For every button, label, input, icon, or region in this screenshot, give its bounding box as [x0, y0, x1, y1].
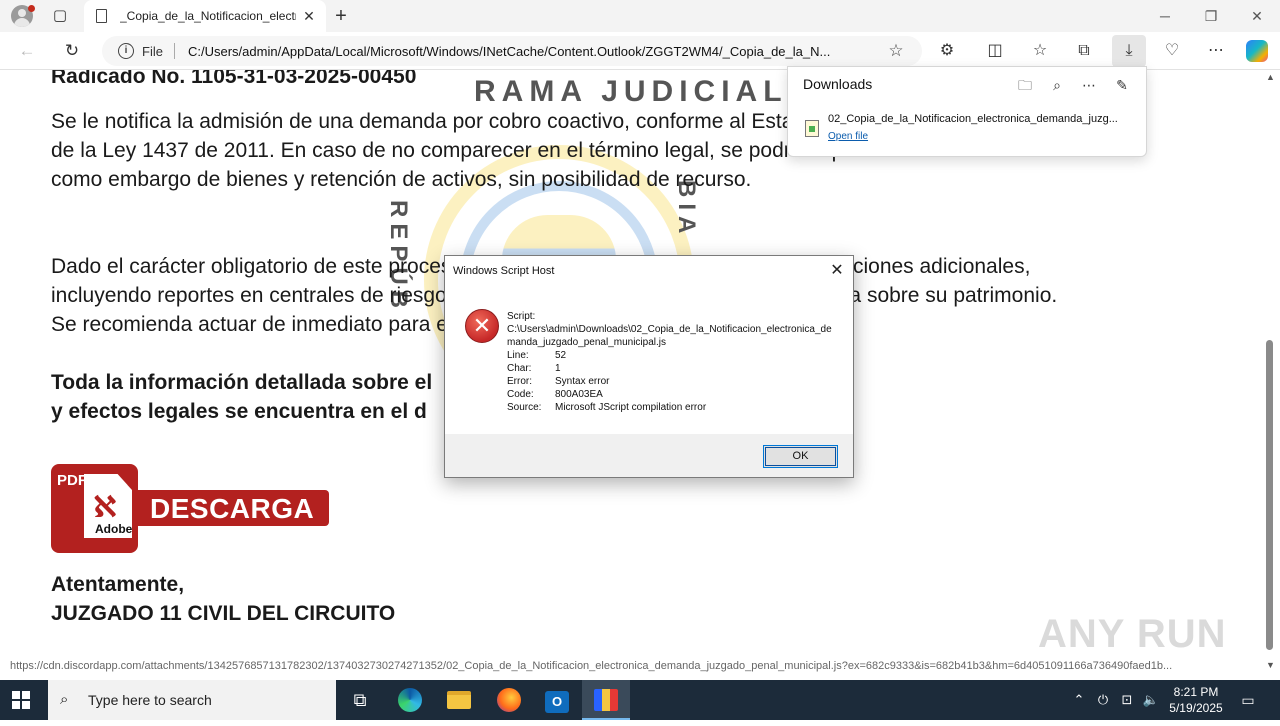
- scroll-down-icon[interactable]: ▼: [1266, 660, 1275, 670]
- browser-essentials-icon[interactable]: ♡: [1160, 39, 1184, 63]
- error-row: Error: Syntax error: [507, 376, 610, 387]
- notifications-icon[interactable]: ▭: [1238, 690, 1258, 710]
- copilot-icon[interactable]: [1246, 40, 1268, 62]
- acrobat-icon: ℵ: [93, 491, 117, 524]
- error-details: Script: C:\Users\admin\Downloads\02_Copi…: [507, 310, 837, 414]
- close-tab-icon[interactable]: ✕: [300, 7, 318, 25]
- page-scrollbar[interactable]: ▲ ▼: [1261, 70, 1280, 676]
- dialog-body: ✕ Script: C:\Users\admin\Downloads\02_Co…: [445, 286, 853, 434]
- address-separator: [174, 43, 175, 59]
- script-label: Script:: [507, 311, 536, 322]
- script-host-taskbar-icon[interactable]: [582, 680, 630, 720]
- dialog-title: Windows Script Host: [453, 265, 555, 277]
- taskbar-search[interactable]: ⌕ Type here to search: [48, 680, 336, 720]
- volume-icon[interactable]: 🔈: [1142, 691, 1160, 709]
- search-icon: ⌕: [60, 691, 69, 708]
- download-filename[interactable]: 02_Copia_de_la_Notificacion_electronica_…: [828, 113, 1134, 125]
- open-file-link[interactable]: Open file: [828, 131, 868, 142]
- clock-date: 5/19/2025: [1169, 701, 1223, 715]
- error-icon: ✕: [465, 309, 499, 343]
- refresh-icon[interactable]: ↻: [61, 40, 83, 62]
- line-row: Line: 52: [507, 350, 567, 361]
- pdf-download-icon[interactable]: PDF ℵ Adobe: [51, 464, 138, 553]
- adobe-label: Adobe: [95, 522, 133, 536]
- source-row: Source: Microsoft JScript compilation err…: [507, 402, 707, 413]
- dialog-close-icon[interactable]: ✕: [827, 261, 847, 281]
- tray-chevron-icon[interactable]: ⌃: [1070, 691, 1088, 709]
- signature-court: JUZGADO 11 CIVIL DEL CIRCUITO: [51, 602, 396, 625]
- ok-button[interactable]: OK: [763, 445, 838, 468]
- downloads-title: Downloads: [803, 76, 873, 92]
- taskbar: ⌕ Type here to search ⧉ O ⌃ ⏻ ⊡ 🔈 8:21 P…: [0, 680, 1280, 720]
- script-error-dialog: Windows Script Host ✕ ✕ Script: C:\Users…: [444, 255, 854, 478]
- clock-time: 8:21 PM: [1173, 685, 1219, 699]
- code-row: Code: 800A03EA: [507, 389, 603, 400]
- search-downloads-icon[interactable]: ⌕: [1046, 74, 1068, 96]
- address-bar[interactable]: i File C:/Users/admin/AppData/Local/Micr…: [102, 36, 922, 66]
- browser-tab[interactable]: _Copia_de_la_Notificacion_electr ✕: [84, 0, 326, 32]
- favorite-star-icon[interactable]: ☆: [885, 40, 907, 62]
- download-button[interactable]: DESCARGA: [138, 490, 329, 526]
- back-icon[interactable]: ←: [16, 40, 38, 62]
- bold-line-1: Toda la información detallada sobre el: [51, 371, 433, 394]
- tab-actions-icon[interactable]: ▢: [50, 6, 70, 26]
- address-scheme: File: [142, 44, 163, 59]
- info-icon[interactable]: i: [118, 43, 134, 59]
- extensions-icon[interactable]: ⚙: [935, 39, 959, 63]
- firefox-icon[interactable]: [485, 680, 533, 720]
- downloads-icon[interactable]: ⤓: [1112, 35, 1146, 67]
- dialog-titlebar: Windows Script Host ✕: [445, 256, 853, 286]
- document-icon: [96, 9, 107, 23]
- status-link-url: https://cdn.discordapp.com/attachments/1…: [4, 656, 1261, 676]
- minimize-icon[interactable]: ─: [1155, 6, 1175, 26]
- script-file-icon: [805, 120, 819, 137]
- downloads-more-icon[interactable]: ⋯: [1078, 74, 1100, 96]
- pin-icon[interactable]: ✎: [1111, 74, 1133, 96]
- windows-start-icon[interactable]: [12, 691, 30, 709]
- char-row: Char: 1: [507, 363, 561, 374]
- new-tab-icon[interactable]: +: [330, 5, 352, 27]
- network-icon[interactable]: ⊡: [1118, 691, 1136, 709]
- pdf-label: PDF: [57, 472, 87, 489]
- edge-taskbar-icon[interactable]: [386, 680, 434, 720]
- tab-bar: ▢ _Copia_de_la_Notificacion_electr ✕ + ─…: [0, 0, 1280, 32]
- closing-greeting: Atentamente,: [51, 573, 185, 596]
- outlook-icon[interactable]: O: [533, 680, 581, 720]
- bold-line-2: y efectos legales se encuentra en el d: [51, 400, 427, 423]
- task-view-icon[interactable]: ⧉: [336, 680, 384, 720]
- tray-device-icon[interactable]: ⏻: [1094, 691, 1112, 709]
- scroll-thumb[interactable]: [1266, 340, 1273, 650]
- script-path: C:\Users\admin\Downloads\02_Copia_de_la_…: [507, 324, 832, 348]
- split-screen-icon[interactable]: ◫: [983, 39, 1007, 63]
- tab-title: _Copia_de_la_Notificacion_electr: [120, 9, 296, 23]
- profile-badge: [28, 5, 35, 12]
- downloads-panel: Downloads 🗀 ⌕ ⋯ ✎ 02_Copia_de_la_Notific…: [787, 66, 1147, 157]
- pdf-sheet: ℵ Adobe: [84, 474, 132, 538]
- more-menu-icon[interactable]: ⋯: [1204, 39, 1228, 63]
- download-label: DESCARGA: [150, 493, 315, 524]
- anyrun-watermark: ANY RUN: [1038, 612, 1227, 656]
- scroll-up-icon[interactable]: ▲: [1266, 72, 1275, 82]
- favorites-icon[interactable]: ☆: [1028, 39, 1052, 63]
- search-placeholder: Type here to search: [88, 692, 212, 708]
- collections-icon[interactable]: ⧉: [1072, 39, 1096, 63]
- restore-icon[interactable]: ❐: [1201, 6, 1221, 26]
- open-downloads-folder-icon[interactable]: 🗀: [1014, 74, 1036, 96]
- close-window-icon[interactable]: ✕: [1247, 6, 1267, 26]
- file-explorer-icon[interactable]: [435, 680, 483, 720]
- browser-toolbar: ← ↻ i File C:/Users/admin/AppData/Local/…: [0, 32, 1280, 70]
- url-text[interactable]: C:/Users/admin/AppData/Local/Microsoft/W…: [188, 44, 878, 59]
- system-clock[interactable]: 8:21 PM 5/19/2025: [1160, 684, 1232, 716]
